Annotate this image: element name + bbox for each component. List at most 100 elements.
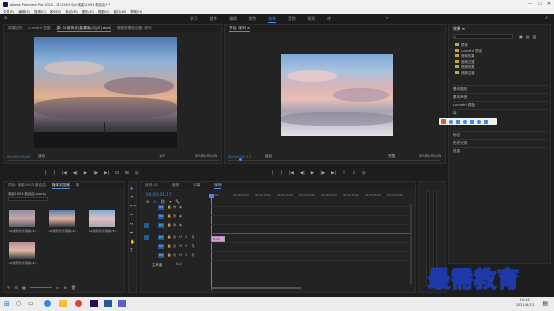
start-icon[interactable]: ⊞ (4, 300, 10, 308)
workspace-more-icon[interactable]: » (386, 15, 388, 20)
mark-out-icon[interactable]: } (280, 171, 283, 176)
program-playhead[interactable] (239, 158, 242, 161)
toolbar-icon-5[interactable] (477, 119, 481, 124)
track-source-toggle[interactable] (144, 235, 149, 240)
project-clip[interactable]: 01新风光(高清版)(2)... (49, 210, 83, 233)
go-to-out-icon[interactable]: ▶| (331, 171, 336, 176)
accelerated-effects-icon[interactable]: ▣ (519, 34, 523, 39)
track-target[interactable]: V1 (158, 223, 164, 228)
premiere-taskbar-icon[interactable] (90, 300, 98, 307)
sync-lock-icon[interactable]: ▥ (173, 253, 176, 257)
source-tab[interactable]: 效果控件 (8, 26, 22, 31)
toolbar-icon-2[interactable] (456, 119, 460, 124)
timeline-vscroll[interactable] (410, 204, 412, 284)
mic-icon[interactable]: 🎙 (191, 244, 195, 248)
sync-lock-icon[interactable]: ▥ (173, 235, 176, 239)
track-target[interactable]: A2 (158, 244, 164, 249)
write-lock-icon[interactable]: ✎ (7, 285, 10, 290)
source-ratio-select[interactable]: 1/2 (159, 154, 165, 158)
search-icon[interactable]: ⌕ (545, 15, 548, 21)
solo-icon[interactable]: S (185, 253, 187, 257)
lift-icon[interactable]: ⇧ (342, 171, 346, 176)
lock-icon[interactable]: 🔒 (167, 223, 171, 227)
menu-item[interactable]: 帮助(H) (130, 9, 142, 14)
effects-folder[interactable]: 视频过渡 (455, 70, 482, 76)
pen-icon[interactable]: ✒ (130, 230, 136, 235)
workspace-tab[interactable]: 学习 (190, 16, 198, 23)
program-scrub-bar[interactable] (228, 160, 440, 161)
effects-section[interactable]: 基本图形 (453, 85, 548, 92)
toolbar-icon-6[interactable] (484, 119, 488, 124)
sync-lock-icon[interactable]: ▤ (173, 214, 176, 218)
taskbar-app-icon[interactable] (118, 300, 126, 307)
project-search-input[interactable] (8, 197, 48, 201)
workspace-tab[interactable]: 图形 (308, 16, 316, 23)
workspace-tab[interactable]: 库 (327, 16, 331, 23)
project-tab[interactable]: 库 (76, 183, 80, 188)
32bit-effects-icon[interactable]: ▤ (526, 34, 530, 39)
program-ratio-select[interactable]: 完整 (388, 154, 395, 159)
eye-icon[interactable]: ◉ (179, 223, 182, 227)
lock-icon[interactable]: 🔒 (167, 235, 171, 239)
maximize-button[interactable]: ☐ (538, 1, 542, 6)
menu-item[interactable]: 序列(S) (50, 9, 62, 14)
taskbar-search-icon[interactable]: ○ (16, 300, 21, 307)
step-forward-icon[interactable]: |▶ (320, 171, 325, 176)
timeline-tab[interactable]: 音频 (172, 183, 179, 188)
track-source-toggle[interactable] (144, 253, 149, 258)
menu-item[interactable]: 视图(V) (98, 9, 110, 14)
effects-section[interactable]: 基本声音 (453, 93, 548, 100)
new-bin-icon[interactable]: ▭ (56, 285, 60, 290)
slip-icon[interactable]: ↔ (130, 221, 136, 226)
master-value[interactable]: 0.0 (176, 262, 181, 267)
effects-section[interactable]: 历史记录 (453, 139, 548, 146)
effects-section[interactable]: 库 (453, 109, 548, 116)
workspace-tab[interactable]: 效果 (268, 16, 276, 23)
project-tab[interactable]: 媒体浏览器 (51, 183, 70, 189)
go-to-in-icon[interactable]: |◀ (289, 171, 294, 176)
track-target[interactable]: A1 (158, 235, 164, 240)
razor-icon[interactable]: ✂ (130, 212, 136, 217)
menu-item[interactable]: 窗口(W) (114, 9, 127, 14)
yuv-effects-icon[interactable]: ▥ (533, 34, 537, 39)
hand-icon[interactable]: ✋ (130, 239, 136, 244)
toolbar-icon-3[interactable] (463, 119, 467, 124)
workspace-tab[interactable]: 编辑 (229, 16, 237, 23)
insert-icon[interactable]: ⊡ (115, 171, 119, 176)
video-clip[interactable]: fx 01 (211, 236, 225, 242)
lock-icon[interactable]: 🔒 (167, 244, 171, 248)
track-source-toggle[interactable] (144, 244, 149, 249)
mute-icon[interactable]: M (179, 244, 182, 248)
menu-item[interactable]: 图形(G) (82, 9, 94, 14)
notification-icon[interactable]: ▤ (542, 300, 548, 307)
ripple-edit-icon[interactable]: ⟷ (130, 203, 136, 208)
track-target[interactable]: V3 (158, 205, 164, 210)
toolbar-icon-1[interactable] (449, 119, 453, 124)
lock-icon[interactable]: 🔒 (167, 214, 171, 218)
trash-icon[interactable]: 🗑 (71, 285, 76, 290)
edge-icon[interactable] (44, 300, 51, 307)
selection-tool-icon[interactable]: ▲ (130, 185, 136, 190)
project-clip[interactable]: 01新风光(高清版)(2)... (9, 242, 43, 265)
lock-icon[interactable]: 🔒 (167, 205, 171, 209)
workspace-tab[interactable]: 颜色 (249, 16, 257, 23)
go-to-in-icon[interactable]: |◀ (62, 171, 67, 176)
track-target[interactable]: A3 (158, 253, 164, 258)
mark-in-icon[interactable]: { (44, 171, 47, 176)
export-frame-icon[interactable]: ◎ (135, 171, 139, 176)
sync-lock-icon[interactable]: ▥ (173, 244, 176, 248)
type-icon[interactable]: T (130, 248, 136, 253)
minimize-button[interactable]: — (528, 1, 532, 6)
workspace-tab[interactable]: 组件 (210, 16, 218, 23)
eye-icon[interactable]: ◉ (179, 205, 182, 209)
mic-icon[interactable]: 🎙 (191, 235, 195, 239)
sogou-icon[interactable] (441, 119, 446, 124)
go-to-out-icon[interactable]: ▶| (104, 171, 109, 176)
menu-item[interactable]: 标记(M) (65, 9, 77, 14)
timeline-tab[interactable]: 序列 01 (145, 183, 158, 188)
solo-icon[interactable]: S (185, 235, 187, 239)
effects-section[interactable]: Lumetri 颜色 (453, 101, 548, 108)
sync-lock-icon[interactable]: ▤ (173, 205, 176, 209)
effects-section[interactable]: 标记 (453, 131, 548, 138)
timeline-tab[interactable]: 序列 (214, 183, 222, 189)
